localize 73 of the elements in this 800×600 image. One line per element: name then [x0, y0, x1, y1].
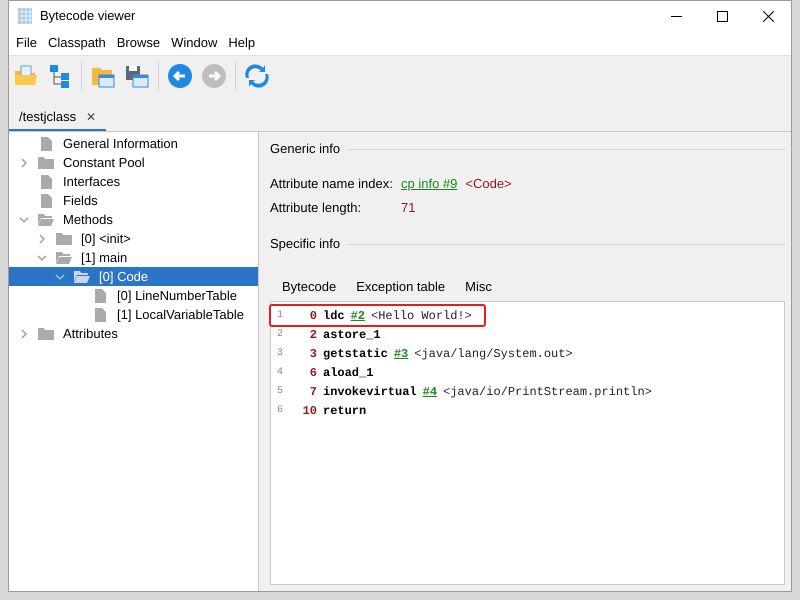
tab[interactable]: Bytecode [274, 277, 344, 297]
line-number: 1 [276, 309, 284, 323]
code-offset: 2 [308, 326, 317, 344]
line-number: 6 [276, 404, 284, 418]
close-icon [762, 10, 774, 22]
opcode: getstatic [323, 346, 388, 362]
maximize-icon [716, 10, 728, 22]
tree-item[interactable]: [0] LineNumberTable [9, 286, 258, 305]
open-folder-icon [74, 270, 90, 283]
code-offset: 6 [308, 364, 317, 382]
constant-ref-link[interactable]: #2 [350, 306, 366, 324]
tab[interactable]: Exception table [348, 277, 454, 297]
menu-item[interactable]: Help [223, 33, 260, 53]
tree-item[interactable]: Attributes [9, 324, 258, 343]
menu-item[interactable]: Window [166, 33, 222, 53]
opcode: astore_1 [323, 326, 381, 344]
document-icon [40, 194, 52, 208]
folder-icon [38, 327, 54, 340]
tree-item[interactable]: [0] Code [9, 267, 258, 286]
document-icon [40, 136, 52, 150]
tree-item[interactable]: Fields [9, 191, 258, 210]
constant-ref-link[interactable]: #4 [422, 382, 438, 400]
opcode: ldc [323, 308, 345, 324]
line-number: 3 [276, 347, 284, 361]
document-icon [94, 288, 106, 302]
tree-item[interactable]: [1] LocalVariableTable [9, 305, 258, 324]
section-heading: Specific info [270, 235, 340, 254]
line-number: 2 [276, 328, 284, 342]
code-comment: <java/lang/System.out> [414, 346, 573, 362]
chevron-icon[interactable] [19, 328, 29, 338]
field-value: 71 [401, 199, 416, 218]
tree-item[interactable]: [1] main [9, 248, 258, 267]
section-heading: Generic info [270, 140, 340, 158]
menu-item[interactable]: Classpath [42, 33, 111, 53]
open-folder-icon [38, 213, 54, 226]
opcode: return [323, 402, 366, 420]
code-offset: 10 [302, 402, 317, 420]
window-title: Bytecode viewer [40, 7, 136, 26]
constant-ref-link[interactable]: #3 [394, 344, 408, 362]
code-offset: 3 [308, 346, 317, 362]
chevron-icon[interactable] [55, 272, 65, 282]
tab-close-icon[interactable]: ✕ [86, 108, 96, 126]
app-grid-icon [18, 8, 32, 24]
code-comment: <java/io/PrintStream.println> [443, 384, 652, 400]
code-offset: 0 [308, 308, 317, 324]
tree-item[interactable]: Interfaces [9, 172, 258, 191]
folder-icon [56, 232, 72, 245]
refresh-icon[interactable] [244, 62, 270, 88]
opcode: aload_1 [323, 364, 374, 382]
open-folder-icon [56, 251, 72, 264]
chevron-icon[interactable] [37, 234, 47, 244]
field-label: Attribute name index: [270, 175, 394, 194]
code-comment: <Hello World!> [371, 308, 472, 324]
tree-item[interactable]: Constant Pool [9, 153, 258, 172]
chevron-icon[interactable] [19, 158, 29, 168]
document-icon [94, 308, 106, 322]
line-number: 4 [276, 366, 284, 380]
cp-info-link[interactable]: cp info #9 [401, 174, 458, 194]
folder-icon [38, 156, 54, 169]
chevron-icon[interactable] [19, 214, 29, 224]
field-value: <Code> [465, 175, 512, 194]
menu-item[interactable]: File [11, 33, 42, 53]
tab[interactable]: Misc [457, 277, 500, 297]
tree-item[interactable]: [0] <init> [9, 229, 258, 248]
opcode: invokevirtual [323, 384, 417, 400]
line-number: 5 [276, 385, 284, 399]
menu-item[interactable]: Browse [112, 33, 166, 53]
tree-item[interactable]: Methods [9, 210, 258, 229]
code-offset: 7 [308, 384, 317, 400]
chevron-icon[interactable] [37, 252, 47, 262]
tree-item[interactable]: General Information [9, 134, 258, 153]
field-label: Attribute length: [270, 199, 362, 218]
document-icon [40, 174, 52, 188]
